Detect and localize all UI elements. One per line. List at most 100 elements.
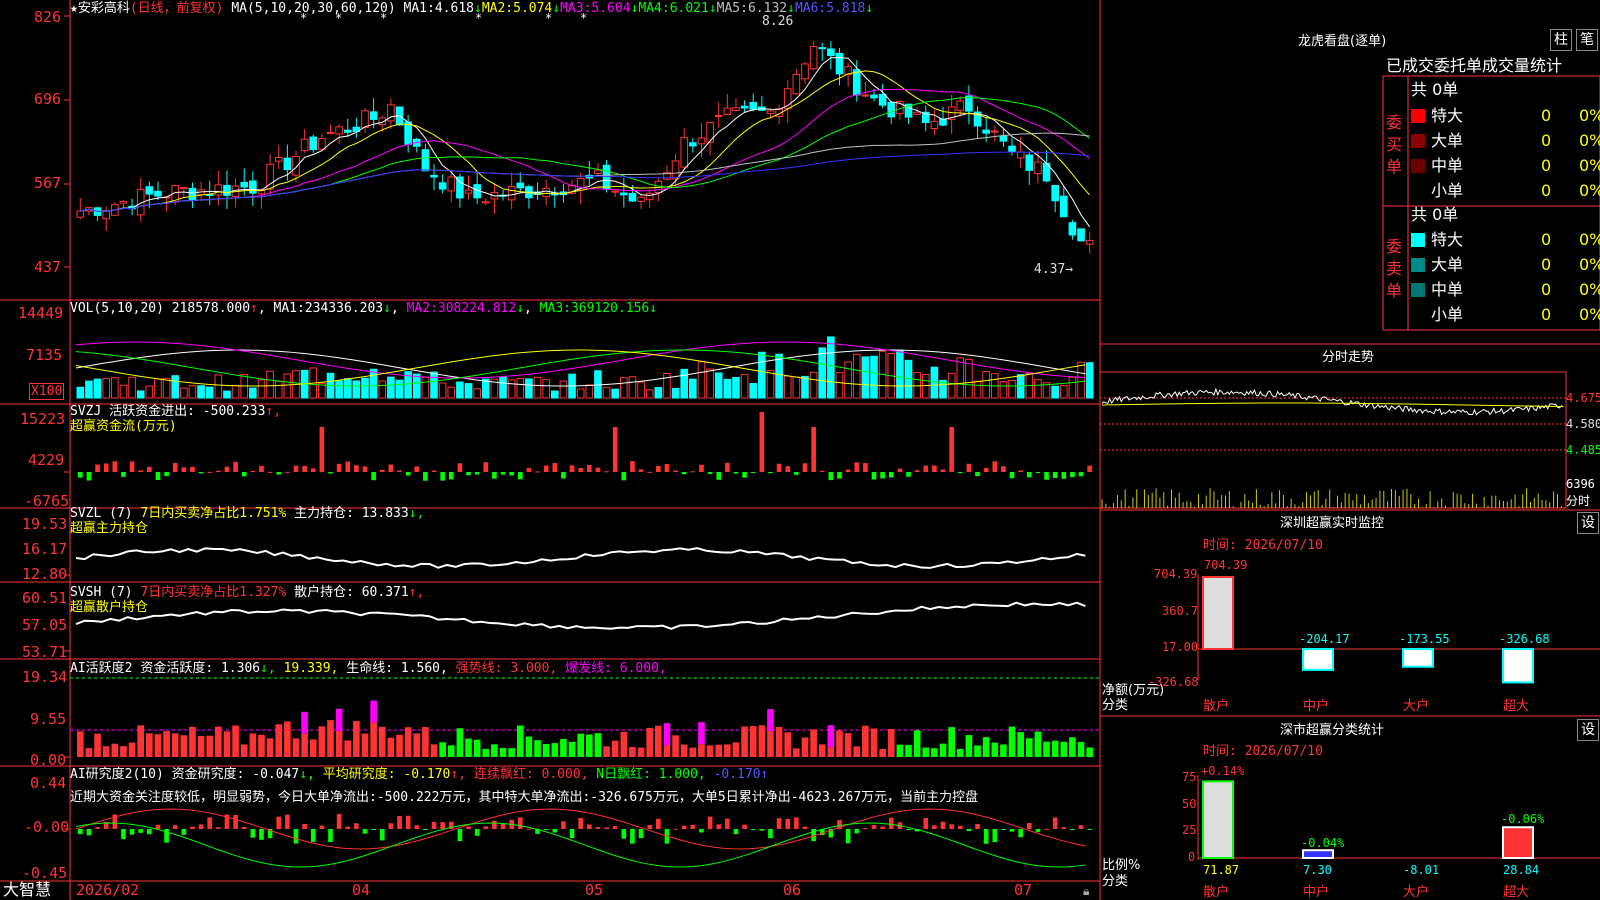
ai1-bar xyxy=(741,726,748,757)
stats-settings-button[interactable]: 设 xyxy=(1577,719,1599,741)
main-chart-canvas[interactable]: * * * * * * xyxy=(0,0,1600,900)
volume-bar xyxy=(732,376,740,399)
ai1-bar xyxy=(931,748,938,757)
volume-bar xyxy=(516,378,525,399)
ai1-bar xyxy=(215,726,222,757)
ma-line-5 xyxy=(80,132,1090,212)
ai2-bar xyxy=(474,829,480,836)
ai1-bar xyxy=(516,725,524,757)
volume-bar xyxy=(896,349,904,399)
ai1-bar xyxy=(396,734,403,757)
ai2-bar xyxy=(78,829,83,835)
stats-xlabel: 分类 xyxy=(1102,874,1129,889)
candle-body xyxy=(516,182,525,189)
ai2-bar xyxy=(362,829,368,834)
ai1-bar xyxy=(361,733,369,757)
volume-bar xyxy=(1085,362,1094,399)
stock-name: 安彩高科 xyxy=(77,1,130,16)
candle-body xyxy=(1051,184,1059,202)
svzl-tick: 12.80 xyxy=(22,565,68,583)
row-value: 0 xyxy=(1541,156,1552,175)
vol-ma2: 308224.812 xyxy=(437,301,517,316)
ai1-bar xyxy=(810,729,817,757)
low-marker: 4.37→ xyxy=(1034,262,1074,277)
row-label: 大单 xyxy=(1431,131,1464,150)
ai2-bar xyxy=(569,829,575,839)
ai1-bar xyxy=(655,725,662,757)
candle-body xyxy=(809,46,818,70)
volume-bar xyxy=(1059,385,1068,399)
ai1-bar xyxy=(982,737,990,757)
volume-bar xyxy=(697,361,706,399)
volume-bar xyxy=(930,366,939,399)
ai2-bar xyxy=(906,829,911,830)
ai1-bar xyxy=(689,747,697,757)
candle-body xyxy=(102,210,111,220)
volume-bar xyxy=(775,353,783,399)
ai1-bar xyxy=(732,742,740,757)
ai2-tick: -0.45 xyxy=(22,864,68,882)
svzj-bar xyxy=(595,467,601,472)
candle-body xyxy=(628,192,637,202)
ai1-burst-bar xyxy=(827,725,835,748)
ai1-bar xyxy=(128,742,136,757)
candle-body xyxy=(318,137,326,150)
svzj-bar xyxy=(250,470,256,472)
volume-bar xyxy=(766,369,775,399)
ai1-bar xyxy=(956,748,964,757)
monitor-category: 中户 xyxy=(1303,699,1330,714)
vol-tick: 7135 xyxy=(26,346,63,364)
ai2-bar xyxy=(1018,829,1023,838)
ai2-bar xyxy=(966,829,972,832)
ai2-bar xyxy=(181,829,187,835)
date-label: 04 xyxy=(352,881,371,899)
ai1-bar xyxy=(223,731,231,757)
candle-body xyxy=(982,129,990,134)
ai1-bar xyxy=(887,728,895,757)
svzj-bar xyxy=(1070,472,1075,478)
svzj-bar xyxy=(845,469,851,472)
ai1-bar xyxy=(77,731,84,757)
svzj-bar xyxy=(86,472,92,481)
volume-bar xyxy=(352,380,361,399)
candle-body xyxy=(421,149,430,172)
svzj-bar xyxy=(466,472,471,476)
candle-body xyxy=(766,110,775,114)
ma6-value: 5.818 xyxy=(826,1,866,16)
ai2-bar xyxy=(854,829,860,834)
candle-body xyxy=(438,182,447,190)
bar-mode-button[interactable]: 柱 xyxy=(1550,29,1572,51)
svzl-tick: 16.17 xyxy=(22,540,68,558)
ai1-bar xyxy=(447,745,455,757)
svzj-bar xyxy=(285,471,290,473)
volume-bar xyxy=(214,374,223,399)
ai1-bar xyxy=(266,738,274,757)
ai1-bar xyxy=(197,735,205,757)
ai1-bar xyxy=(499,748,507,757)
candle-body xyxy=(1034,161,1042,175)
ai1-bar xyxy=(154,734,162,757)
ma-line-6 xyxy=(80,151,1090,212)
ai2-bar xyxy=(250,829,256,838)
svzj-bar xyxy=(837,472,842,479)
swatch xyxy=(1411,233,1425,247)
row-pct: 0% xyxy=(1579,156,1600,175)
tick-mode-button[interactable]: 笔 xyxy=(1576,29,1598,51)
monitor-settings-button[interactable]: 设 xyxy=(1577,512,1599,534)
volume-bar xyxy=(576,388,585,399)
candle-body xyxy=(637,196,645,202)
ma3-value: 5.604 xyxy=(591,1,631,16)
ai2-bar xyxy=(543,829,549,830)
svzj-bar xyxy=(224,466,230,472)
monitor-ytick: 17.00 xyxy=(1162,640,1199,654)
candle-body xyxy=(1008,145,1016,153)
monitor-ytick: 360.7 xyxy=(1162,604,1199,618)
svzj-bar xyxy=(267,471,273,473)
intraday-title: 分时走势 xyxy=(1322,350,1375,365)
row-label: 小单 xyxy=(1431,305,1464,324)
ai1-bar xyxy=(767,731,774,757)
stats-bottom-value: 71.87 xyxy=(1203,863,1240,877)
ai2-bar xyxy=(794,817,799,829)
candle-body xyxy=(887,101,896,118)
lock-icon[interactable]: 🔒︎ xyxy=(1083,884,1089,899)
